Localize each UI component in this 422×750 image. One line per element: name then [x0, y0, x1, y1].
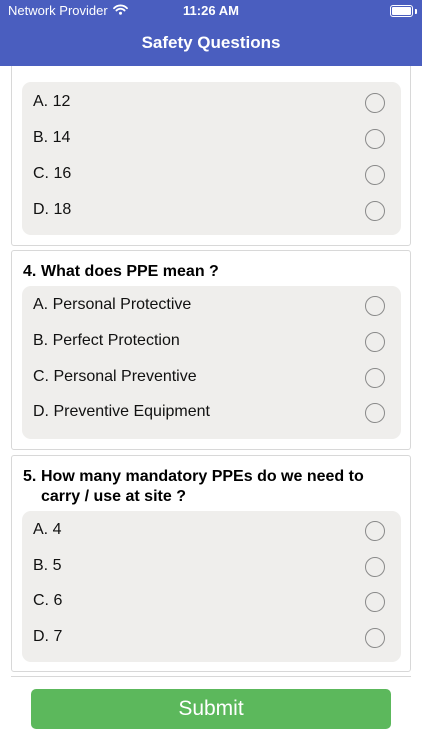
option-label: B. Perfect Protection [33, 332, 180, 349]
option-row[interactable]: D. 18 [22, 193, 401, 229]
option-row[interactable]: A. 12 [22, 85, 401, 121]
radio-button[interactable] [365, 403, 385, 423]
option-label: B. 14 [33, 129, 71, 146]
option-row[interactable]: C. Personal Preventive [22, 360, 401, 396]
option-label: C. Personal Preventive [33, 368, 197, 385]
radio-button[interactable] [365, 165, 385, 185]
option-label: A. Personal Protective [33, 296, 192, 313]
radio-button[interactable] [365, 129, 385, 149]
radio-button[interactable] [365, 592, 385, 612]
option-row[interactable]: A. Personal Protective [22, 288, 401, 324]
option-label: B. 5 [33, 557, 62, 574]
option-row[interactable]: C. 16 [22, 157, 401, 193]
question-card-4: 4. What does PPE mean ? A. Personal Prot… [11, 250, 411, 450]
option-label: A. 12 [33, 93, 71, 110]
battery-icon [390, 5, 413, 17]
footer-divider [11, 676, 411, 677]
option-label: D. 7 [33, 628, 63, 645]
option-row[interactable]: B. 5 [22, 549, 401, 585]
radio-button[interactable] [365, 628, 385, 648]
option-label: C. 16 [33, 165, 72, 182]
option-label: D. Preventive Equipment [33, 403, 210, 420]
option-row[interactable]: D. Preventive Equipment [22, 395, 401, 431]
option-row[interactable]: C. 6 [22, 584, 401, 620]
option-row[interactable]: B. Perfect Protection [22, 324, 401, 360]
option-label: D. 18 [33, 201, 72, 218]
status-bar: Network Provider 11:26 AM [0, 0, 422, 22]
options-panel: A. Personal Protective B. Perfect Protec… [22, 286, 401, 439]
question-label: What does PPE mean ? [41, 263, 219, 280]
question-number: 5. [23, 468, 37, 485]
options-panel: A. 4 B. 5 C. 6 D. 7 [22, 511, 401, 662]
options-panel: A. 12 B. 14 C. 16 D. 18 [22, 82, 401, 235]
battery-tip [415, 9, 417, 14]
question-list[interactable]: A. 12 B. 14 C. 16 D. 18 4. What does PPE… [0, 66, 422, 674]
radio-button[interactable] [365, 557, 385, 577]
question-text: 4. What does PPE mean ? [23, 262, 403, 282]
status-time: 11:26 AM [183, 3, 239, 18]
app-header: Network Provider 11:26 AM Safety Questio… [0, 0, 422, 66]
radio-button[interactable] [365, 368, 385, 388]
option-row[interactable]: B. 14 [22, 121, 401, 157]
radio-button[interactable] [365, 93, 385, 113]
question-label: How many mandatory PPEs do we need to ca… [41, 468, 364, 505]
question-card-3: A. 12 B. 14 C. 16 D. 18 [11, 66, 411, 246]
option-label: C. 6 [33, 592, 63, 609]
question-card-5: 5. How many mandatory PPEs do we need to… [11, 455, 411, 672]
option-label: A. 4 [33, 521, 62, 538]
question-number: 4. [23, 263, 37, 280]
radio-button[interactable] [365, 201, 385, 221]
submit-button[interactable]: Submit [31, 689, 391, 729]
radio-button[interactable] [365, 521, 385, 541]
question-text: 5. How many mandatory PPEs do we need to… [23, 467, 403, 507]
option-row[interactable]: A. 4 [22, 513, 401, 549]
radio-button[interactable] [365, 296, 385, 316]
option-row[interactable]: D. 7 [22, 620, 401, 656]
page-title: Safety Questions [141, 33, 281, 52]
radio-button[interactable] [365, 332, 385, 352]
